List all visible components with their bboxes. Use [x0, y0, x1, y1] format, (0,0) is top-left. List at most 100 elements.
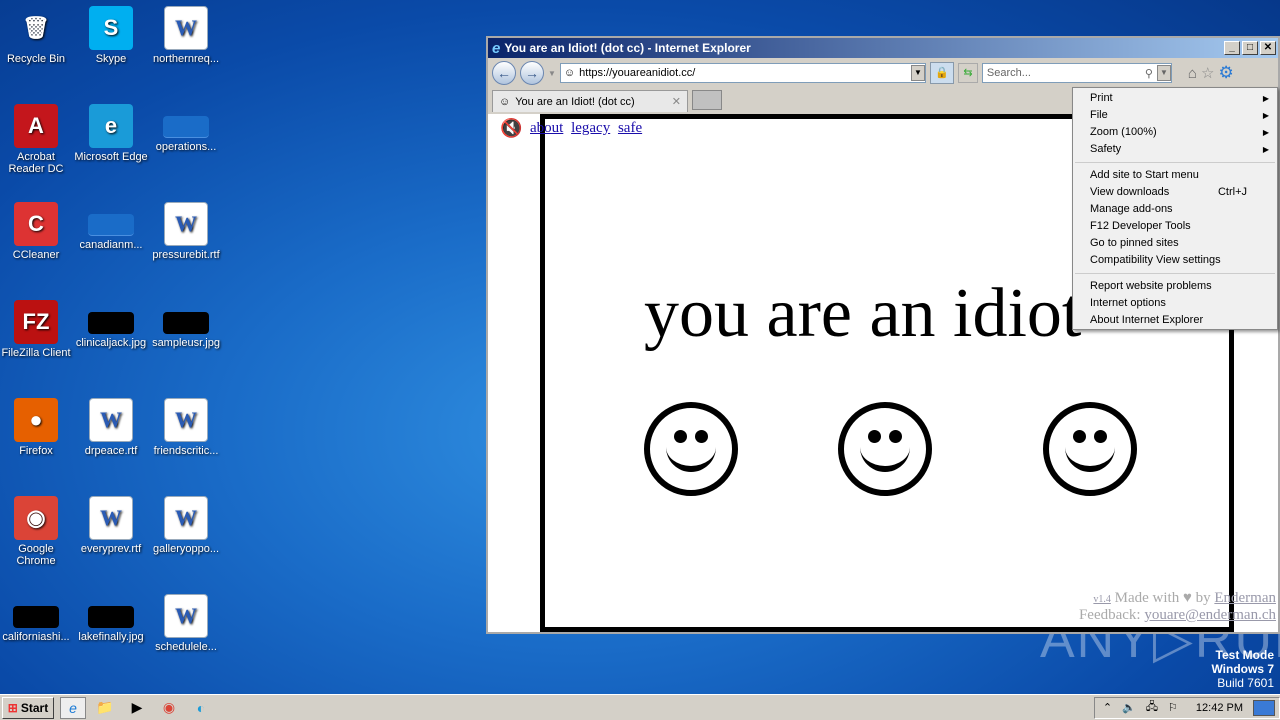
- taskbar-ie-icon[interactable]: e: [60, 696, 86, 719]
- search-placeholder: Search...: [986, 67, 1031, 79]
- desktop-icon[interactable]: Wpressurebit.rtf: [148, 202, 224, 261]
- search-dropdown-button[interactable]: ▼: [1156, 65, 1171, 81]
- smiley-face-icon: [644, 402, 738, 496]
- desktop-icon[interactable]: operations...: [148, 104, 224, 153]
- menu-item[interactable]: Add site to Start menu: [1073, 167, 1277, 184]
- menu-item[interactable]: File ▶: [1073, 107, 1277, 124]
- search-icon[interactable]: ⚲: [1145, 67, 1153, 80]
- desktop-icon[interactable]: FZ FileZilla Client: [0, 300, 74, 359]
- desktop-icon[interactable]: Wnorthernreq...: [148, 6, 224, 65]
- address-bar[interactable]: ☺ https://youareanidiot.cc/ ▼: [559, 63, 926, 83]
- safe-link[interactable]: safe: [618, 120, 642, 136]
- close-button[interactable]: ✕: [1260, 41, 1276, 55]
- menu-item-label: View downloads: [1090, 186, 1170, 198]
- author-link[interactable]: Enderman: [1214, 590, 1276, 606]
- clock[interactable]: 12:42 PM: [1196, 702, 1243, 714]
- taskbar-chrome-icon[interactable]: ◉: [156, 697, 182, 719]
- desktop-icon[interactable]: canadianm...: [73, 202, 149, 251]
- menu-item[interactable]: Manage add-ons: [1073, 201, 1277, 218]
- menu-item[interactable]: F12 Developer Tools: [1073, 218, 1277, 235]
- show-hidden-icons-icon[interactable]: ⌃: [1103, 701, 1112, 714]
- history-dropdown-icon[interactable]: ▼: [548, 69, 556, 78]
- menu-item[interactable]: Internet options: [1073, 295, 1277, 312]
- taskbar-edge-icon[interactable]: ◐: [188, 697, 214, 719]
- network-icon[interactable]: 🖧: [1146, 698, 1158, 717]
- desktop-icon[interactable]: e Microsoft Edge: [73, 104, 149, 163]
- desktop-icon[interactable]: lakefinally.jpg: [73, 594, 149, 643]
- tab-label: You are an Idiot! (dot cc): [515, 95, 635, 108]
- menu-item-label: Compatibility View settings: [1090, 254, 1221, 266]
- menu-item[interactable]: Safety ▶: [1073, 141, 1277, 158]
- back-button[interactable]: ←: [492, 61, 516, 85]
- menu-item-label: Print: [1090, 92, 1113, 104]
- image-file-icon: [88, 606, 134, 628]
- desktop-icon[interactable]: Wdrpeace.rtf: [73, 398, 149, 457]
- taskbar-explorer-icon[interactable]: 📁: [92, 697, 118, 719]
- tab-close-icon[interactable]: ✕: [672, 95, 681, 108]
- desktop-icon[interactable]: A Acrobat Reader DC: [0, 104, 74, 175]
- desktop-icon[interactable]: ● Firefox: [0, 398, 74, 457]
- legacy-link[interactable]: legacy: [571, 120, 610, 136]
- menu-item-label: F12 Developer Tools: [1090, 220, 1191, 232]
- desktop-icon[interactable]: Wfriendscritic...: [148, 398, 224, 457]
- desktop-icon-label: CCleaner: [12, 249, 60, 261]
- image-file-icon: [13, 606, 59, 628]
- version-link[interactable]: v1.4: [1093, 594, 1111, 605]
- minimize-button[interactable]: _: [1224, 41, 1240, 55]
- desktop-icon[interactable]: S Skype: [73, 6, 149, 65]
- action-center-flag-icon[interactable]: ⚐: [1168, 701, 1178, 714]
- desktop-icon-label: clinicaljack.jpg: [75, 337, 147, 349]
- menu-item[interactable]: Zoom (100%) ▶: [1073, 124, 1277, 141]
- word-doc-icon: W: [164, 6, 208, 50]
- tab-active[interactable]: ☺ You are an Idiot! (dot cc) ✕: [492, 90, 688, 112]
- lock-icon[interactable]: 🔒: [929, 62, 954, 84]
- menu-item[interactable]: Report website problems: [1073, 278, 1277, 295]
- home-icon[interactable]: ⌂: [1188, 65, 1197, 82]
- url-text[interactable]: https://youareanidiot.cc/: [579, 67, 695, 79]
- desktop-icon[interactable]: 🗑 Recycle Bin: [0, 6, 74, 65]
- start-button[interactable]: ⊞ Start: [2, 696, 54, 719]
- desktop-icon-label: FileZilla Client: [1, 347, 71, 359]
- about-link[interactable]: about: [530, 120, 563, 136]
- taskbar-media-player-icon[interactable]: ▶: [124, 697, 150, 719]
- new-tab-button[interactable]: [692, 90, 722, 110]
- skype-icon: S: [89, 6, 133, 50]
- favorites-star-icon[interactable]: ☆: [1201, 64, 1214, 82]
- desktop-icon[interactable]: Wgalleryoppo...: [148, 496, 224, 555]
- submenu-arrow-icon: ▶: [1262, 111, 1269, 120]
- desktop-icon[interactable]: californiashi...: [0, 594, 74, 643]
- desktop-icon[interactable]: C CCleaner: [0, 202, 74, 261]
- menu-item[interactable]: Print ▶: [1073, 90, 1277, 107]
- maximize-button[interactable]: □: [1242, 41, 1258, 55]
- menu-item[interactable]: Compatibility View settings: [1073, 252, 1277, 269]
- desktop-icon[interactable]: sampleusr.jpg: [148, 300, 224, 349]
- desktop-icon[interactable]: Wschedulele...: [148, 594, 224, 653]
- windows-logo-icon: ⊞: [7, 700, 18, 715]
- email-link[interactable]: youare@enderman.ch: [1144, 607, 1276, 623]
- desktop-icon-label: sampleusr.jpg: [152, 337, 220, 349]
- show-desktop-icon[interactable]: [1253, 699, 1275, 716]
- forward-button[interactable]: →: [520, 61, 544, 85]
- smiley-favicon-icon: ☺: [563, 67, 576, 79]
- menu-item[interactable]: About Internet Explorer: [1073, 312, 1277, 329]
- title-bar[interactable]: e You are an Idiot! (dot cc) - Internet …: [488, 38, 1278, 58]
- tools-gear-icon[interactable]: ⚙: [1218, 63, 1233, 83]
- file-icon: [163, 116, 209, 138]
- recycle-bin-icon: 🗑: [22, 15, 50, 40]
- menu-item[interactable]: View downloads Ctrl+J: [1073, 184, 1277, 201]
- sound-muted-icon[interactable]: 🔇: [500, 118, 522, 139]
- desktop-icon-label: everyprev.rtf: [80, 543, 142, 555]
- refresh-icon[interactable]: ⇆: [957, 63, 978, 83]
- volume-icon[interactable]: 🔈: [1122, 701, 1136, 714]
- search-input[interactable]: Search... ⚲ ▼: [981, 63, 1172, 83]
- footer-feedback: Feedback: youare@enderman.ch: [1079, 607, 1276, 624]
- desktop-icon-label: galleryoppo...: [152, 543, 220, 555]
- desktop-icon[interactable]: ◉ Google Chrome: [0, 496, 74, 567]
- menu-item[interactable]: Go to pinned sites: [1073, 235, 1277, 252]
- build-text: Build 7601: [1217, 676, 1274, 690]
- desktop-icon[interactable]: Weveryprev.rtf: [73, 496, 149, 555]
- desktop-icon[interactable]: clinicaljack.jpg: [73, 300, 149, 349]
- desktop-icon-label: lakefinally.jpg: [78, 631, 144, 643]
- desktop-icon-label: Skype: [95, 53, 127, 65]
- address-dropdown-button[interactable]: ▼: [910, 65, 925, 81]
